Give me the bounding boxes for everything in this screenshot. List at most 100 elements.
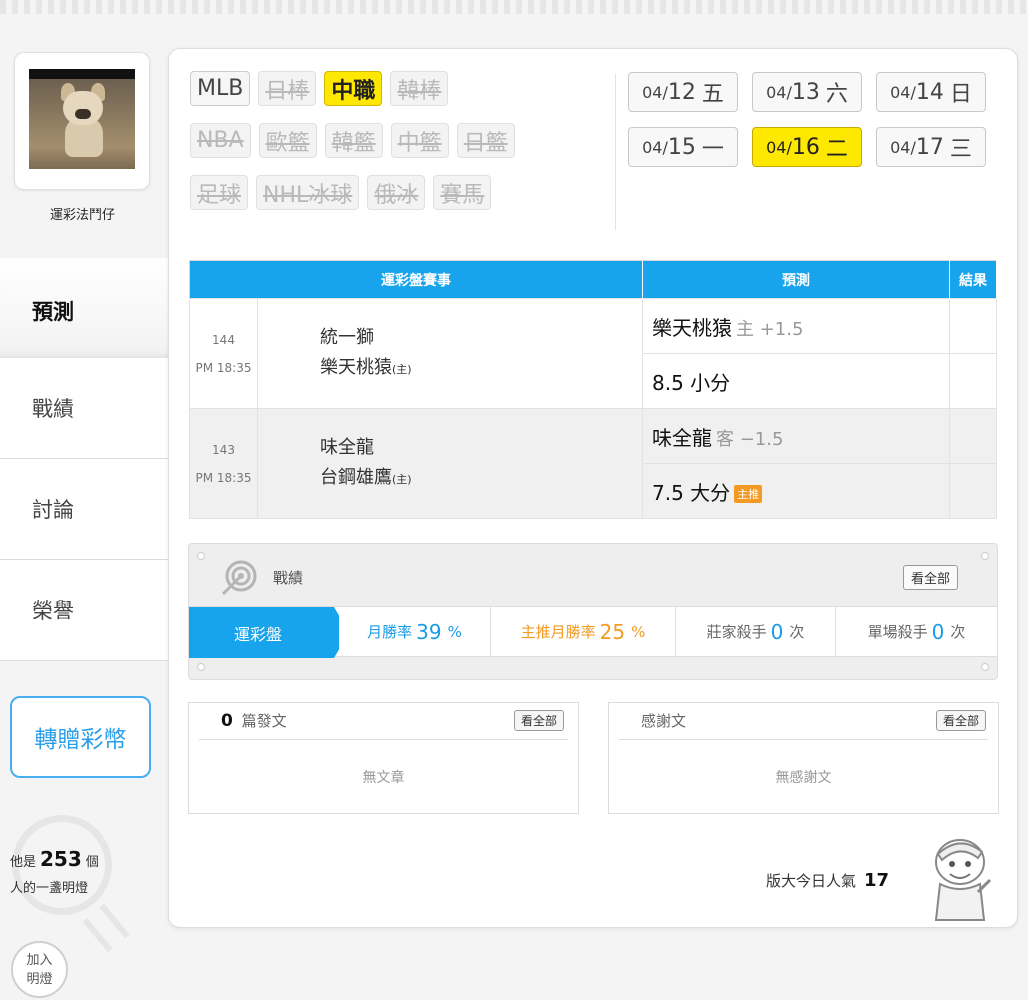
date-0413[interactable]: 04/13 六 [752, 72, 862, 112]
date-0415[interactable]: 04/15 一 [628, 127, 738, 167]
game-time: PM 18:35 [195, 470, 252, 485]
game-teams[interactable]: 味全龍 台鋼雄鷹(主) [257, 408, 643, 519]
username: 運彩法鬥仔 [49, 208, 115, 223]
game-teams[interactable]: 統一獅 樂天桃猿(主) [257, 298, 643, 409]
avatar-photo-dog-head [63, 91, 103, 125]
game-time: PM 18:35 [195, 360, 252, 375]
posts-empty: 無文章 [362, 770, 405, 786]
stat-label: 莊家殺手 [706, 623, 767, 641]
date-day: 16 [791, 134, 820, 160]
avatar[interactable] [29, 69, 135, 169]
tab-lottery[interactable]: 運彩盤 [189, 607, 339, 658]
posts-label: 篇發文 [241, 712, 287, 730]
side-nav-honor[interactable]: 榮譽 [0, 560, 168, 661]
date-month: 04/ [890, 137, 916, 157]
date-0414[interactable]: 04/14 日 [876, 72, 986, 112]
record-title: 戰績 [273, 569, 304, 587]
away-team: 統一獅 [320, 326, 374, 348]
side-nav-record[interactable]: 戰績 [0, 358, 168, 459]
posts-count: 0 [221, 711, 233, 731]
league-kbo[interactable]: 韓棒 [390, 71, 449, 106]
lamp-line1: 他是 253 個 [10, 846, 99, 876]
date-weekday: 六 [825, 82, 848, 107]
league-mlb[interactable]: MLB [190, 71, 251, 106]
league-row: 足球 NHL冰球 俄冰 賽馬 [190, 175, 610, 210]
prediction-total: 7.5 大分 主推 [642, 463, 950, 519]
thanks-header: 感謝文 [619, 703, 988, 740]
avatar-card[interactable] [14, 52, 150, 190]
stat-unit: % [447, 622, 462, 641]
thanks-label: 感謝文 [641, 712, 687, 730]
lamp-count: 253 [40, 847, 82, 871]
game-number: 144 [212, 332, 235, 347]
game-info: 144 PM 18:35 [189, 298, 258, 409]
league-euro-basket[interactable]: 歐籃 [258, 123, 317, 158]
thanks-see-all-button[interactable]: 看全部 [935, 710, 986, 731]
date-month: 04/ [642, 82, 668, 102]
gift-coins-button[interactable]: 轉贈彩幣 [10, 696, 151, 778]
date-day: 12 [667, 79, 696, 105]
result-cell [949, 408, 997, 464]
result-cell [949, 298, 997, 354]
league-jp-basket[interactable]: 日籃 [456, 123, 515, 158]
league-nba[interactable]: NBA [190, 123, 251, 158]
date-weekday: 日 [949, 82, 972, 107]
side-nav-predict[interactable]: 預測 [0, 258, 168, 358]
side-nav-discussion[interactable]: 討論 [0, 459, 168, 560]
date-day: 15 [667, 134, 696, 160]
avatar-photo-dog-snout [75, 109, 91, 119]
main-pick-badge: 主推 [734, 485, 763, 503]
join-lamp-line2: 明燈 [26, 972, 53, 987]
league-npb[interactable]: 日棒 [258, 71, 317, 106]
date-month: 04/ [766, 82, 792, 102]
home-team-line: 樂天桃猿(主) [320, 353, 642, 385]
date-day: 17 [915, 134, 944, 160]
stat-label: 單場殺手 [867, 623, 928, 641]
table-row: 143 PM 18:35 味全龍 台鋼雄鷹(主) 味全龍客 −1.5 [189, 408, 997, 519]
record-see-all-button[interactable]: 看全部 [903, 565, 959, 590]
league-kbl[interactable]: 韓籃 [324, 123, 383, 158]
mascot-icon [934, 839, 992, 921]
league-cba[interactable]: 中籃 [390, 123, 449, 158]
pred-main: 味全龍 [652, 425, 712, 450]
date-0412[interactable]: 04/12 五 [628, 72, 738, 112]
prediction-spread: 味全龍客 −1.5 [642, 408, 950, 464]
league-cpbl[interactable]: 中職 [324, 71, 383, 106]
pred-sub: 客 −1.5 [716, 428, 784, 450]
stat-value: 0 [770, 619, 784, 644]
stat-value: 25 [599, 619, 626, 644]
popularity: 版大今日人氣 17 [766, 870, 889, 891]
stat-monthly-win: 月勝率 39% [339, 607, 491, 656]
date-month: 04/ [766, 137, 792, 157]
thanks-panel: 感謝文 看全部 無感謝文 [608, 702, 999, 814]
date-0417[interactable]: 04/17 三 [876, 127, 986, 167]
date-picker: 04/12 五 04/13 六 04/14 日 04/15 一 04/16 二 … [628, 72, 988, 167]
stat-main-monthly-win: 主推月勝率 25% [491, 607, 676, 656]
game-info: 143 PM 18:35 [189, 408, 258, 519]
header-prediction: 預測 [642, 260, 950, 299]
home-team: 台鋼雄鷹 [320, 466, 392, 488]
record-panel: 戰績 看全部 運彩盤 月勝率 39% 主推月勝率 25% 莊家殺手 0 次 單場殺手 0 次 [188, 543, 998, 680]
league-filter: MLB 日棒 中職 韓棒 NBA 歐籃 韓籃 中籃 日籃 足球 NHL冰球 俄冰… [190, 71, 610, 227]
stat-label: 月勝率 [367, 623, 413, 641]
stat-unit: % [631, 622, 646, 641]
lamp-prefix: 他是 [10, 855, 37, 870]
date-weekday: 五 [701, 82, 724, 107]
league-soccer[interactable]: 足球 [190, 175, 249, 210]
league-row: NBA 歐籃 韓籃 中籃 日籃 [190, 123, 610, 158]
league-khl[interactable]: 俄冰 [367, 175, 426, 210]
popularity-label: 版大今日人氣 [766, 872, 857, 890]
date-weekday: 一 [701, 137, 724, 162]
league-horse[interactable]: 賽馬 [433, 175, 492, 210]
date-weekday: 三 [949, 137, 972, 162]
posts-header: 0 篇發文 [199, 703, 568, 740]
stat-single-killer: 單場殺手 0 次 [836, 607, 997, 656]
stat-label: 主推月勝率 [520, 623, 596, 641]
join-lamp-button[interactable]: 加入 明燈 [11, 941, 68, 998]
game-number: 143 [212, 442, 235, 457]
home-team: 樂天桃猿 [320, 356, 392, 378]
result-cell [949, 463, 997, 519]
posts-see-all-button[interactable]: 看全部 [513, 710, 564, 731]
date-0416[interactable]: 04/16 二 [752, 127, 862, 167]
league-nhl[interactable]: NHL冰球 [256, 175, 360, 210]
